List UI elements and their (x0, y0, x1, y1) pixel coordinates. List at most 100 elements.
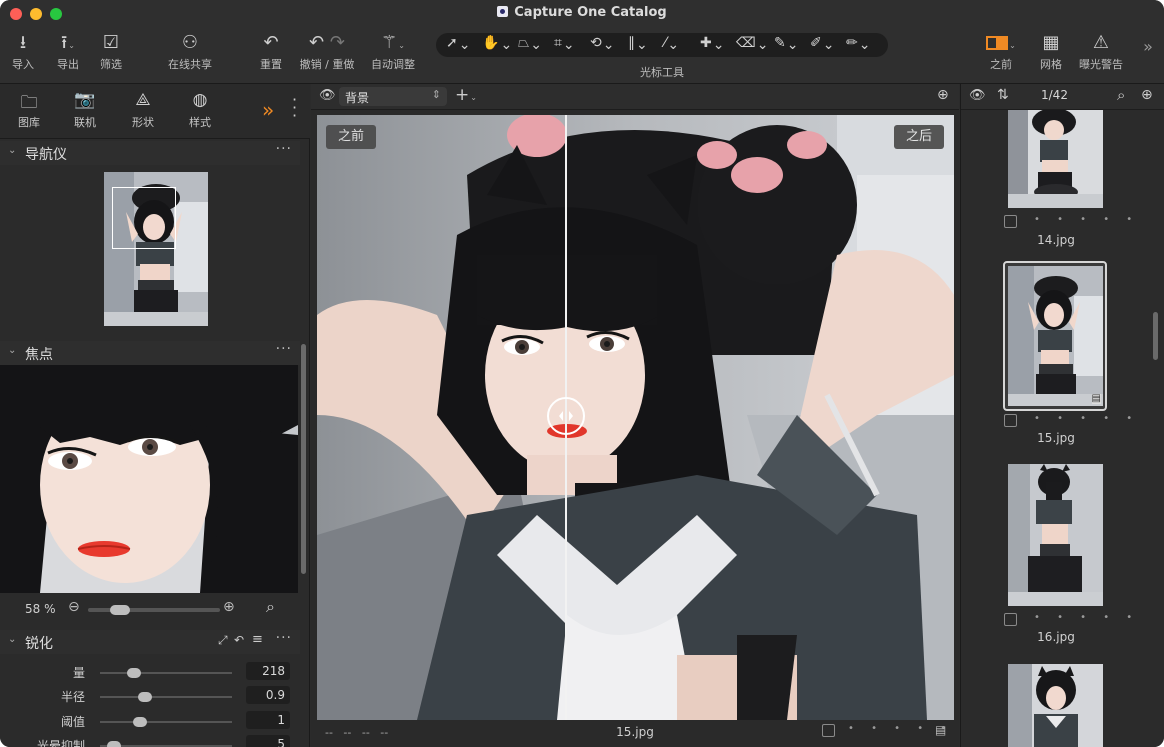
focus-header[interactable]: ⌄ 焦点 ··· (0, 341, 300, 365)
search-icon[interactable]: ⌕ (1117, 86, 1125, 104)
eye-icon[interactable]: 👁 (969, 88, 986, 103)
sort-icon[interactable]: ⇅ (997, 87, 1009, 103)
window-title: Capture One Catalog (0, 5, 1164, 20)
slider-handle[interactable] (133, 717, 147, 727)
slider-track[interactable] (100, 672, 232, 674)
keystone-icon[interactable]: ⏢ ⌄ (518, 35, 542, 53)
color-picker-icon[interactable]: ✎ ⌄ (774, 35, 798, 53)
reset-icon[interactable]: ↶ (234, 633, 244, 647)
focus-preview[interactable] (0, 365, 298, 593)
exposure-warning-button[interactable]: ⚠ 曝光警告 (1076, 32, 1126, 72)
zoom-out-icon[interactable]: ⊖ (68, 599, 80, 615)
toolbar-overflow-button[interactable]: » (1138, 36, 1158, 60)
left-panel-scrollbar[interactable] (301, 344, 306, 574)
main-image[interactable]: 之前 之后 (317, 115, 954, 720)
slider-handle[interactable] (138, 692, 152, 702)
zoom-in-icon[interactable]: ⊕ (223, 599, 235, 615)
slider-handle[interactable] (127, 668, 141, 678)
zoom-icon[interactable]: ⊕ (1141, 87, 1153, 103)
slider-track[interactable] (100, 721, 232, 723)
value-field[interactable]: 5 (246, 735, 290, 747)
navigator-thumbnail[interactable] (104, 172, 208, 326)
undo-redo-button[interactable]: ↶ ↷ 撤销 / 重做 (296, 32, 358, 72)
select-cursor-icon[interactable]: ➚ ⌄ (446, 35, 470, 53)
before-label: 之前 (326, 125, 377, 149)
thumbnail-16[interactable] (1008, 464, 1103, 606)
thumbnail-name: 14.jpg (1037, 233, 1075, 247)
browser-scrollbar[interactable] (1153, 312, 1158, 360)
thumbnail-14[interactable] (1008, 110, 1103, 208)
eraser-icon[interactable]: ⌫ ⌄ (736, 35, 769, 53)
more-icon[interactable]: ··· (276, 141, 292, 157)
reset-icon: ↶ (263, 32, 279, 53)
zoom-fit-icon[interactable]: ⊕ (937, 87, 949, 103)
more-icon[interactable]: ··· (276, 341, 292, 357)
tab-library[interactable]: 🗀 图库 (4, 90, 54, 130)
browser-header: 👁 ⇅ 1/42 ⌕ ⊕ (961, 84, 1164, 110)
select-checkbox[interactable] (822, 724, 835, 737)
reset-button[interactable]: ↶ 重置 (254, 32, 288, 72)
chevron-down-icon: ⌄ (8, 634, 17, 645)
thumbnail-name: 16.jpg (1037, 630, 1075, 644)
loupe-search-icon[interactable]: ⌕ (266, 597, 275, 617)
slider-handle[interactable] (107, 741, 121, 747)
add-layer-icon[interactable]: +⌄ (455, 85, 477, 105)
rating-stars[interactable]: • • • • • (1034, 413, 1139, 424)
tool-tabs: 🗀 图库 📷 联机 ⟁ 形状 ◍ 样式 » · · · (0, 84, 310, 139)
share-button[interactable]: ⚇ 在线共享 (160, 32, 220, 72)
expand-icon[interactable]: ⤢ (218, 633, 228, 648)
select-checkbox[interactable] (1004, 215, 1017, 228)
rating-stars[interactable]: • • • • • (1034, 612, 1139, 623)
tab-style[interactable]: ◍ 样式 (175, 90, 225, 130)
perspective-icon[interactable]: ∥ ⌄ (628, 35, 648, 53)
slider-track[interactable] (100, 696, 232, 698)
brush-icon[interactable]: ✐ ⌄ (810, 35, 834, 53)
picker-icon[interactable]: ⁄ ⌄ (664, 35, 679, 53)
rotate-icon[interactable]: ⟲ ⌄ (590, 35, 614, 53)
thumbnail-17[interactable] (1008, 664, 1103, 747)
filter-button[interactable]: ☑ 筛选 (94, 32, 128, 72)
eye-icon[interactable]: 👁 (319, 88, 336, 103)
metadata-icon[interactable]: ▤ (935, 723, 946, 737)
updown-icon: ⇕ (431, 88, 441, 101)
export-button[interactable]: ⭱⌄ 导出 (46, 32, 90, 72)
grid-icon: ▦ (1042, 32, 1060, 53)
sharpening-header[interactable]: ⌄ 锐化 ⤢ ↶ ≡ ··· (0, 630, 300, 654)
crop-icon[interactable]: ⌗ ⌄ (554, 35, 575, 53)
viewer-status-bar: -- -- -- -- 15.jpg • • • • • ▤ (311, 720, 959, 747)
focus-image (0, 365, 298, 593)
before-after-icon: ⌄ (976, 32, 1026, 56)
healing-icon[interactable]: ✚ ⌄ (700, 35, 724, 53)
before-after-button[interactable]: ⌄ 之前 (976, 32, 1026, 72)
value-field[interactable]: 0.9 (246, 686, 290, 704)
tab-tethered[interactable]: 📷 联机 (60, 90, 110, 130)
auto-adjust-button[interactable]: ⚚⌄ 自动调整 (366, 32, 420, 72)
thumbnail-15[interactable]: ▤ (1008, 266, 1103, 406)
folder-icon: 🗀 (20, 93, 38, 113)
value-field[interactable]: 1 (246, 711, 290, 729)
import-button[interactable]: ⭳ 导入 (6, 32, 40, 72)
rating-stars[interactable]: • • • • • (1034, 214, 1139, 225)
select-checkbox[interactable] (1004, 414, 1017, 427)
focus-zoom-slider-handle[interactable] (110, 605, 130, 615)
thumbnail-image (1008, 464, 1103, 606)
annotation-icon[interactable]: ✏ ⌄ (846, 35, 870, 53)
split-handle[interactable] (547, 397, 585, 435)
export-icon: ⭱⌄ (60, 32, 75, 53)
navigator-viewport-frame[interactable] (112, 187, 176, 249)
select-checkbox[interactable] (1004, 613, 1017, 626)
focus-zoom-slider[interactable] (88, 608, 220, 612)
sharpen-amount-row: 量 218 (0, 662, 300, 682)
more-icon[interactable]: ··· (276, 630, 292, 646)
menu-icon[interactable]: ≡ (252, 632, 263, 647)
layer-select[interactable]: 背景 ⇕ (339, 87, 447, 106)
grid-button[interactable]: ▦ 网格 (1034, 32, 1068, 72)
tab-shape[interactable]: ⟁ 形状 (118, 90, 168, 130)
left-tool-panel: 🗀 图库 📷 联机 ⟁ 形状 ◍ 样式 » · · · ⌄ 导航仪 ··· ⌄ … (0, 84, 310, 747)
pan-hand-icon[interactable]: ✋ ⌄ (482, 35, 512, 53)
value-field[interactable]: 218 (246, 662, 290, 680)
panel-menu-icon[interactable]: · · · (292, 92, 297, 124)
cursor-tools-label: 光标工具 (640, 66, 684, 79)
navigator-header[interactable]: ⌄ 导航仪 ··· (0, 141, 300, 165)
more-tabs-icon[interactable]: » (262, 98, 274, 122)
